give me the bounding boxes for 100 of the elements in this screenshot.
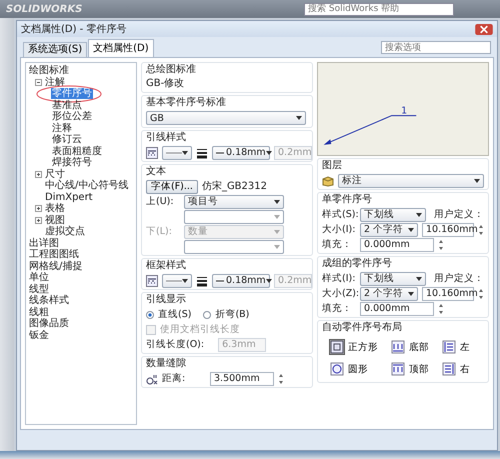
tree-item[interactable]: 绘图标准 <box>28 65 70 76</box>
dropdown[interactable]: 项目号 <box>184 194 284 208</box>
spin-button[interactable] <box>438 238 444 250</box>
spin-button[interactable] <box>478 288 484 300</box>
fill-field[interactable]: 0.000mm <box>360 302 434 316</box>
field-label: 用户定义： <box>434 272 484 285</box>
tree-item[interactable]: 单位 <box>28 272 50 284</box>
tree-item[interactable]: 表格 <box>44 203 66 214</box>
tree-item[interactable]: 基准点 <box>51 100 83 111</box>
caret-icon <box>266 150 272 154</box>
left-layout-icon <box>441 339 457 355</box>
tree-item[interactable]: 焊接符号 <box>51 157 93 168</box>
radio-label: 直线(S) <box>158 308 192 321</box>
balloon-number: 1 <box>401 106 408 117</box>
tree-item[interactable]: 零件序号 <box>51 88 93 100</box>
group-title: 引线显示 <box>146 294 187 306</box>
line-thickness-icon <box>196 146 208 158</box>
line-thickness-icon <box>196 274 208 286</box>
tree-item[interactable]: 形位公差 <box>51 111 93 122</box>
line-style-dropdown[interactable] <box>162 146 192 160</box>
tree-item[interactable]: 中心线/中心符号线 <box>44 180 130 192</box>
group-title: 数量缝隙 <box>146 358 187 370</box>
spin-button[interactable] <box>278 372 284 384</box>
thickness-dropdown[interactable]: 0.18mm <box>212 274 270 288</box>
spin-button[interactable] <box>478 224 484 236</box>
group-title: 自动零件序号布局 <box>322 322 403 334</box>
expand-icon[interactable] <box>35 216 42 224</box>
tree-item[interactable]: 虚拟交点 <box>44 226 86 238</box>
radio-button[interactable] <box>146 310 154 318</box>
caret-icon <box>274 200 280 204</box>
tree-item[interactable]: 出详图 <box>28 238 60 249</box>
field-label: 距离: <box>162 372 186 385</box>
line-style-dropdown[interactable] <box>162 274 192 288</box>
expand-icon[interactable] <box>35 170 42 178</box>
tree-item[interactable]: 线条样式 <box>28 295 70 306</box>
top-layout-icon <box>390 361 406 377</box>
line-sample-icon <box>166 150 182 154</box>
caret-icon <box>182 150 188 154</box>
caret-icon <box>266 278 272 282</box>
search-field[interactable]: 搜索选项 <box>381 41 491 54</box>
tree-item[interactable]: 尺寸 <box>44 168 66 180</box>
layout-option-button[interactable]: 圆形 <box>328 360 379 378</box>
tree-item[interactable]: 图像品质 <box>28 318 70 330</box>
caret-icon <box>296 116 302 120</box>
expand-icon[interactable] <box>35 205 42 212</box>
field-label: 填充： <box>322 238 353 251</box>
tree-item[interactable]: 注释 <box>51 122 73 134</box>
line-sample-icon <box>166 278 182 282</box>
layout-option-button[interactable]: 底部 <box>389 338 430 356</box>
tree-item[interactable]: 注解 <box>44 76 66 88</box>
dropdown[interactable]: 2 个字符 <box>360 286 418 300</box>
help-search-field[interactable]: 搜索 SolidWorks 帮助 <box>304 2 454 16</box>
thickness-dropdown[interactable]: 0.18mm <box>212 146 270 160</box>
right-layout-icon <box>441 361 457 377</box>
tree-item[interactable]: 线型 <box>28 284 50 295</box>
close-icon[interactable] <box>475 24 493 34</box>
tree-item[interactable]: 线粗 <box>28 306 50 318</box>
field-label: 上(U): <box>146 195 175 208</box>
dropdown[interactable]: GB <box>146 111 306 125</box>
dialog-title: 文档属性(D) - 零件序号 <box>21 22 126 36</box>
field-label: 样式(S): <box>322 208 356 221</box>
spin-button[interactable] <box>438 302 444 314</box>
dropdown[interactable]: 2 个字符 <box>360 222 418 236</box>
tree-item[interactable]: 钣金 <box>28 330 50 341</box>
standard-value: GB-修改 <box>146 78 186 90</box>
bottom-layout-icon <box>390 339 406 355</box>
dropdown[interactable]: 标注 <box>338 174 484 188</box>
circle-layout-icon <box>329 361 345 377</box>
caret-icon <box>274 244 280 248</box>
radio-button[interactable] <box>203 310 212 318</box>
tab[interactable]: 文档属性(D) <box>88 39 154 57</box>
tree-item[interactable]: 网格线/捕捉 <box>28 260 84 272</box>
radio-label: 折弯(B) <box>215 308 250 321</box>
layout-option-button[interactable]: 正方形 <box>328 338 379 356</box>
caret-icon <box>474 178 480 182</box>
tree-item[interactable]: 表面粗糙度 <box>51 146 103 157</box>
caret-icon <box>416 212 422 216</box>
group-title: 框架样式 <box>146 260 187 272</box>
group-title: 文本 <box>146 166 167 178</box>
dropdown[interactable]: 下划线 <box>360 272 426 286</box>
font-button[interactable]: 字体(F)... <box>146 180 198 194</box>
distance-field[interactable]: 3.500mm <box>210 372 274 386</box>
tree-item[interactable]: 视图 <box>44 214 66 226</box>
tree-item[interactable]: 工程图图纸 <box>28 249 80 260</box>
spacing-icon <box>146 372 158 384</box>
collapse-icon[interactable] <box>35 78 42 86</box>
field-label: 大小(I): <box>322 223 356 236</box>
caret-icon <box>274 230 280 234</box>
layout-option-button[interactable]: 右 <box>440 360 471 378</box>
tree-item[interactable]: 修订云 <box>51 134 83 146</box>
layout-option-button[interactable]: 顶部 <box>389 360 430 378</box>
layout-option-button[interactable]: 左 <box>440 338 471 356</box>
layer-icon <box>322 174 334 186</box>
line-sample-icon <box>216 152 224 154</box>
tree-item[interactable]: DimXpert <box>44 192 94 203</box>
square-layout-icon <box>329 339 345 355</box>
dropdown[interactable]: 下划线 <box>360 208 426 222</box>
tab[interactable]: 系统选项(S) <box>23 42 88 57</box>
fill-field[interactable]: 0.000mm <box>360 238 434 252</box>
field-label: 引线长度(O): <box>146 338 204 351</box>
